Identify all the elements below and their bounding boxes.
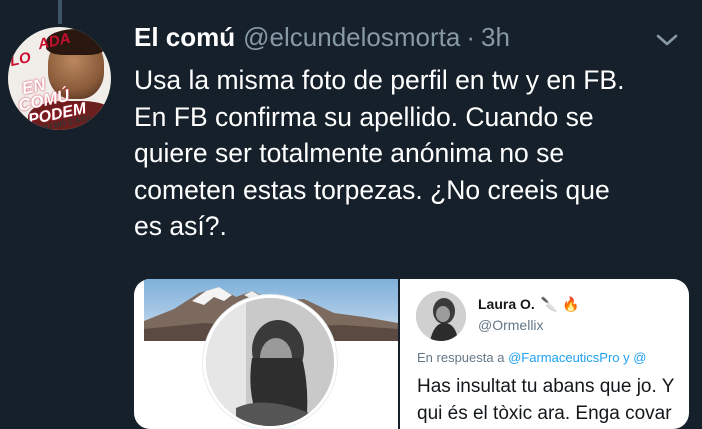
reply-handle: @Ormellix <box>478 317 544 333</box>
media-image-reply-screenshot[interactable]: Laura O. 🔪 🔥 @Ormellix En respuesta a @Fa… <box>400 279 689 429</box>
separator-dot: · <box>466 22 475 52</box>
tweet-header: El comú @elcundelosmorta · 3h <box>134 22 510 58</box>
avatar-text-2: LO <box>8 49 33 70</box>
reply-body-line-1: Has insultat tu abans que jo. Y <box>417 376 675 397</box>
reply-body: Has insultat tu abans que jo. Y qui és e… <box>417 373 674 427</box>
reply-name-text: Laura O. <box>478 296 535 312</box>
chevron-down-icon[interactable] <box>654 31 680 49</box>
media-attachment[interactable]: Laura O. 🔪 🔥 @Ormellix En respuesta a @Fa… <box>134 279 689 429</box>
thread-connector-line <box>58 0 62 24</box>
reply-body-line-2: qui és el tòxic ara. Enga covar <box>417 403 672 424</box>
reply-display-name: Laura O. 🔪 🔥 <box>478 296 580 313</box>
tweet-text: Usa la misma foto de perfil en tw y en F… <box>134 65 625 242</box>
display-name[interactable]: El comú <box>134 22 235 53</box>
reply-mention-link: @FarmaceuticsPro y @ <box>508 350 647 365</box>
profile-photo <box>203 295 337 429</box>
media-image-profile[interactable] <box>134 279 398 429</box>
avatar[interactable]: ADA LO EN COMÚ PODEM VIU NO S'ATU <box>8 27 111 130</box>
reply-avatar-image <box>416 291 466 341</box>
user-handle[interactable]: @elcundelosmorta <box>243 22 460 53</box>
reply-avatar <box>416 291 466 341</box>
reply-prefix: En respuesta a <box>417 350 505 365</box>
knife-fire-emoji-icon: 🔪 🔥 <box>540 296 580 312</box>
reply-context: En respuesta a @FarmaceuticsPro y @ <box>417 350 646 365</box>
woman-portrait-image <box>206 298 334 426</box>
timestamp[interactable]: 3h <box>481 22 510 53</box>
